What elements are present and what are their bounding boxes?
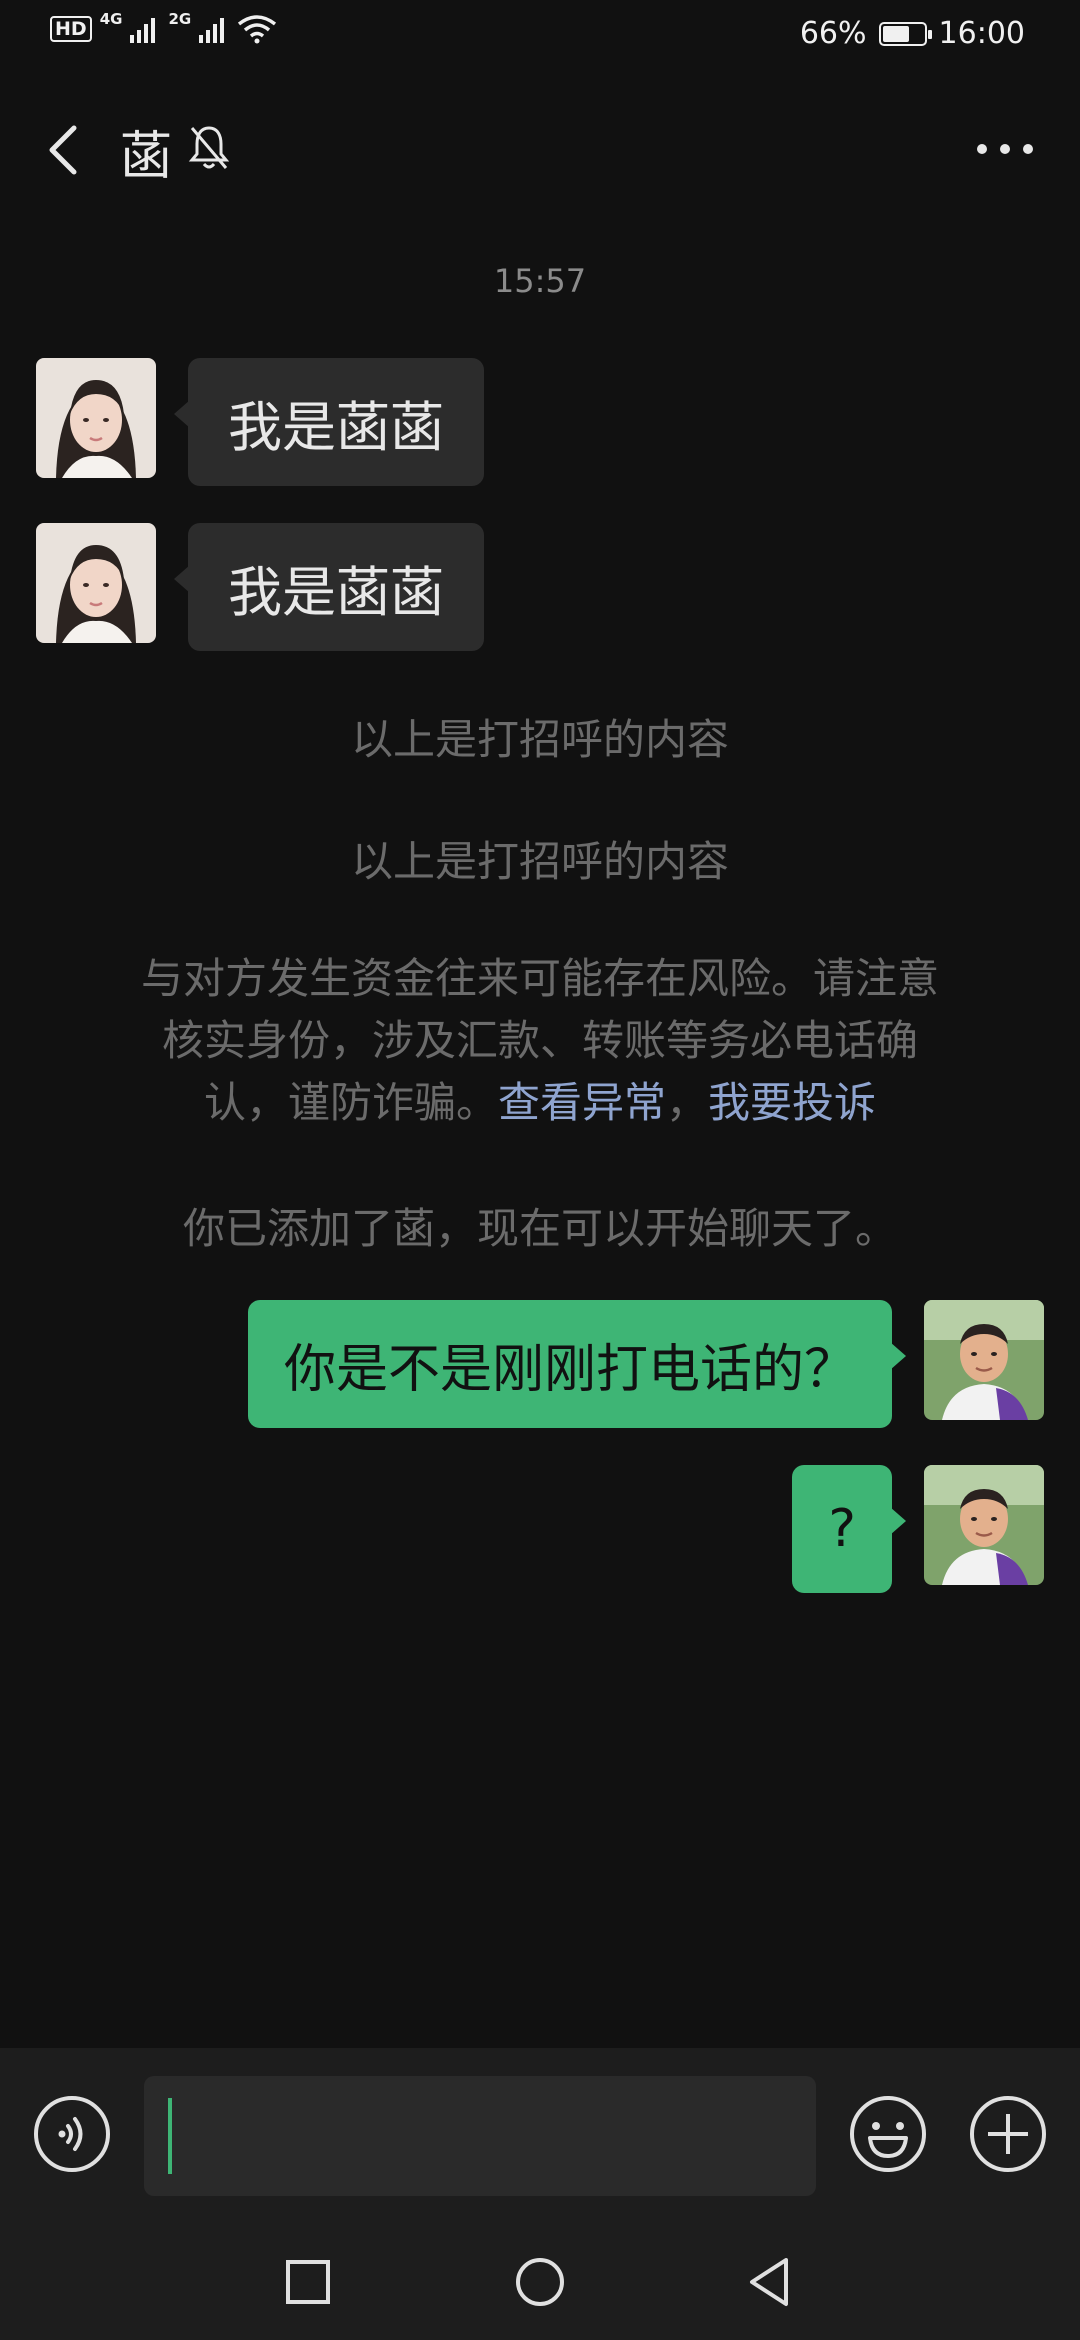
- bell-off-icon: [188, 126, 230, 169]
- message-input[interactable]: [144, 2076, 816, 2196]
- chat-header: 菡: [0, 100, 1080, 200]
- chevron-left-icon[interactable]: [36, 120, 96, 180]
- outgoing-message-bubble[interactable]: 你是不是刚刚打电话的？: [247, 1300, 907, 1428]
- friend-added-notice: 你已添加了菡，现在可以开始聊天了。: [182, 1204, 897, 1253]
- message-text: ?: [828, 1499, 856, 1559]
- risk-separator: ，: [666, 1078, 709, 1127]
- avatar-portrait-icon: [36, 523, 156, 643]
- battery-level: [882, 25, 909, 42]
- network-type-1: 4G: [99, 10, 123, 28]
- risk-line-3: 认，谨防诈骗。查看异常，我要投诉: [90, 1072, 990, 1134]
- battery-icon: [878, 21, 932, 46]
- chat-title[interactable]: 菡: [120, 114, 172, 189]
- message-input-bar: [0, 2048, 1080, 2218]
- contact-avatar[interactable]: [36, 358, 156, 478]
- risk-warning-notice: 与对方发生资金往来可能存在风险。请注意 核实身份，涉及汇款、转账等务必电话确 认…: [90, 948, 990, 1134]
- status-left-group: HD 4G 2G: [50, 10, 277, 44]
- risk-line-2: 核实身份，涉及汇款、转账等务必电话确: [161, 1016, 918, 1065]
- status-bar: HD 4G 2G 66% 16:00: [0, 0, 1080, 75]
- status-right-group: 66% 16:00: [800, 16, 1025, 51]
- battery-percent: 66%: [799, 16, 867, 51]
- message-text: 我是菡菡: [228, 395, 444, 459]
- network-type-2: 2G: [168, 10, 192, 28]
- avatar-portrait-icon: [36, 358, 156, 478]
- avatar-portrait-icon: [924, 1300, 1044, 1420]
- risk-line-1: 与对方发生资金往来可能存在风险。请注意: [140, 954, 939, 1003]
- message-text: 你是不是刚刚打电话的？: [283, 1339, 856, 1400]
- signal-icon: [199, 18, 225, 43]
- more-dots-icon[interactable]: [970, 124, 1040, 174]
- circle-icon[interactable]: [512, 2254, 568, 2310]
- message-text: 我是菡菡: [228, 560, 444, 624]
- status-time: 16:00: [938, 16, 1025, 51]
- incoming-message-bubble[interactable]: 我是菡菡: [174, 358, 484, 486]
- self-avatar[interactable]: [924, 1465, 1044, 1585]
- signal-icon: [130, 18, 156, 43]
- report-complaint-link[interactable]: 我要投诉: [708, 1078, 876, 1127]
- risk-line-3-text: 认，谨防诈骗。: [203, 1078, 498, 1127]
- contact-avatar[interactable]: [36, 523, 156, 643]
- emoji-icon[interactable]: [848, 2094, 928, 2174]
- system-nav-bar: [0, 2218, 1080, 2340]
- message-timestamp: 15:57: [493, 262, 587, 300]
- incoming-message-bubble[interactable]: 我是菡菡: [174, 523, 484, 651]
- wifi-icon: [238, 15, 277, 44]
- system-greeting-notice: 以上是打招呼的内容: [350, 715, 729, 764]
- square-icon[interactable]: [280, 2254, 336, 2310]
- self-avatar[interactable]: [924, 1300, 1044, 1420]
- avatar-portrait-icon: [924, 1465, 1044, 1585]
- plus-icon[interactable]: [968, 2094, 1048, 2174]
- text-caret: [168, 2098, 172, 2174]
- view-anomaly-link[interactable]: 查看异常: [498, 1078, 666, 1127]
- voice-icon[interactable]: [32, 2094, 112, 2174]
- hd-indicator: HD: [50, 16, 92, 42]
- outgoing-message-bubble[interactable]: ?: [792, 1465, 906, 1593]
- triangle-back-icon[interactable]: [742, 2254, 798, 2310]
- system-greeting-notice: 以上是打招呼的内容: [350, 837, 729, 886]
